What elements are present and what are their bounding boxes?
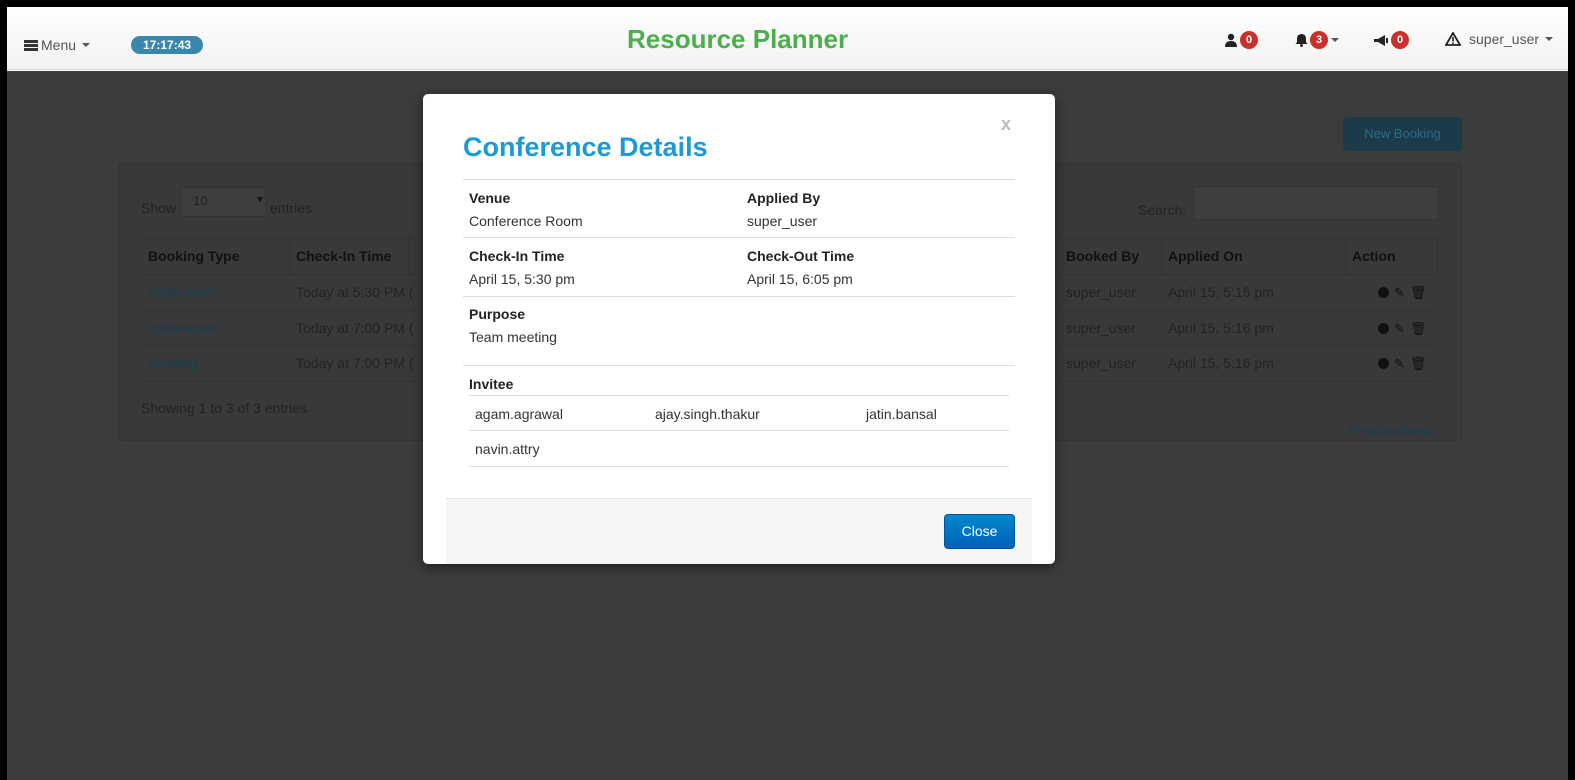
booking-type-link[interactable]: meeting — [142, 346, 198, 381]
list-icon — [24, 39, 38, 51]
invitee-item: agam.agrawal — [475, 406, 563, 422]
show-label: Show — [141, 200, 177, 216]
modal-title: Conference Details — [463, 132, 708, 162]
user-dropdown[interactable]: super_user — [1445, 31, 1554, 47]
table-info: Showing 1 to 3 of 3 entries — [141, 400, 307, 416]
warning-icon — [1445, 32, 1461, 46]
new-booking-button[interactable]: New Booking — [1343, 117, 1462, 151]
entries-select-value: 10 — [193, 193, 208, 208]
modal-footer: Close — [446, 498, 1032, 564]
applied-on-cell: April 15, 5:16 pm — [1168, 320, 1274, 336]
menu-label: Menu — [41, 37, 77, 53]
notifications-count-badge: 3 — [1310, 31, 1328, 49]
close-icon[interactable]: x — [1001, 114, 1011, 135]
edit-icon[interactable]: ✎ — [1394, 285, 1405, 301]
brand-title[interactable]: Resource Planner — [627, 24, 848, 55]
search-input[interactable] — [1193, 186, 1439, 220]
check-in-cell: Today at 7:00 PM ( — [296, 355, 414, 371]
purpose-value: Team meeting — [469, 329, 557, 345]
username-label: super_user — [1469, 31, 1540, 47]
info-icon[interactable] — [1378, 358, 1389, 369]
trash-icon[interactable]: 🗑 — [1410, 321, 1427, 337]
caret-down-icon — [82, 43, 91, 47]
col-header-action[interactable]: Action — [1346, 238, 1438, 274]
edit-icon[interactable]: ✎ — [1394, 321, 1405, 337]
top-navbar: Menu 17:17:43 Resource Planner 0 3 0 sup… — [7, 7, 1568, 70]
row-actions: ✎ 🗑 — [1378, 275, 1426, 310]
menu-dropdown[interactable]: Menu — [24, 37, 91, 53]
caret-down-icon — [1331, 38, 1339, 42]
search-label: Search: — [1138, 202, 1187, 218]
booking-type-link[interactable]: conference — [142, 275, 217, 310]
info-icon[interactable] — [1378, 323, 1389, 334]
col-header-check-in[interactable]: Check-In Time — [290, 238, 410, 274]
announcements-indicator[interactable]: 0 — [1374, 31, 1409, 49]
users-indicator[interactable]: 0 — [1224, 31, 1258, 49]
applied-on-cell: April 15, 5:15 pm — [1168, 284, 1274, 300]
check-in-cell: Today at 5:30 PM ( — [296, 284, 414, 300]
invitee-item: navin.attry — [475, 441, 540, 457]
announcements-count-badge: 0 — [1391, 31, 1409, 49]
booked-by-cell: super_user — [1066, 284, 1137, 300]
entries-label: entries — [270, 200, 313, 216]
col-header-booking-type[interactable]: Booking Type — [142, 238, 290, 274]
entries-select[interactable]: 10 — [180, 187, 266, 217]
invitee-item: jatin.bansal — [866, 406, 937, 422]
info-icon[interactable] — [1378, 287, 1389, 298]
row-actions: ✎ 🗑 — [1378, 346, 1426, 381]
venue-value: Conference Room — [469, 213, 583, 229]
check-in-value: April 15, 5:30 pm — [469, 271, 575, 287]
notifications-dropdown[interactable]: 3 — [1295, 31, 1339, 49]
applied-by-label: Applied By — [747, 190, 821, 206]
applied-by-value: super_user — [747, 213, 818, 229]
bell-icon — [1295, 34, 1308, 47]
close-button[interactable]: Close — [944, 514, 1015, 549]
invitee-label: Invitee — [469, 376, 514, 392]
invitee-item: ajay.singh.thakur — [655, 406, 760, 422]
booked-by-cell: super_user — [1066, 355, 1137, 371]
check-in-label: Check-In Time — [469, 248, 565, 264]
previous-button[interactable]: Previous — [1348, 422, 1402, 438]
venue-label: Venue — [469, 190, 511, 206]
booking-type-link[interactable]: conference — [142, 311, 217, 346]
purpose-label: Purpose — [469, 306, 526, 322]
booked-by-cell: super_user — [1066, 320, 1137, 336]
user-icon — [1225, 33, 1237, 47]
applied-on-cell: April 15, 5:16 pm — [1168, 355, 1274, 371]
edit-icon[interactable]: ✎ — [1394, 356, 1405, 372]
pagination: PreviousNext — [1348, 422, 1431, 438]
next-button[interactable]: Next — [1402, 422, 1431, 438]
clock-badge: 17:17:43 — [131, 36, 204, 54]
check-out-value: April 15, 6:05 pm — [747, 271, 853, 287]
users-count-badge: 0 — [1240, 31, 1258, 49]
trash-icon[interactable]: 🗑 — [1410, 356, 1427, 372]
caret-down-icon — [1545, 37, 1554, 41]
check-in-cell: Today at 7:00 PM ( — [296, 320, 414, 336]
trash-icon[interactable]: 🗑 — [1410, 285, 1427, 301]
row-actions: ✎ 🗑 — [1378, 311, 1426, 346]
col-header-booked-by[interactable]: Booked By — [1060, 238, 1162, 274]
app-window: Menu 17:17:43 Resource Planner 0 3 0 sup… — [7, 7, 1568, 780]
bullhorn-icon — [1374, 34, 1388, 46]
select-arrow-icon — [257, 197, 263, 202]
check-out-label: Check-Out Time — [747, 248, 855, 264]
conference-details-modal: x Conference Details Venue Conference Ro… — [423, 94, 1055, 564]
col-header-applied-on[interactable]: Applied On — [1162, 238, 1346, 274]
